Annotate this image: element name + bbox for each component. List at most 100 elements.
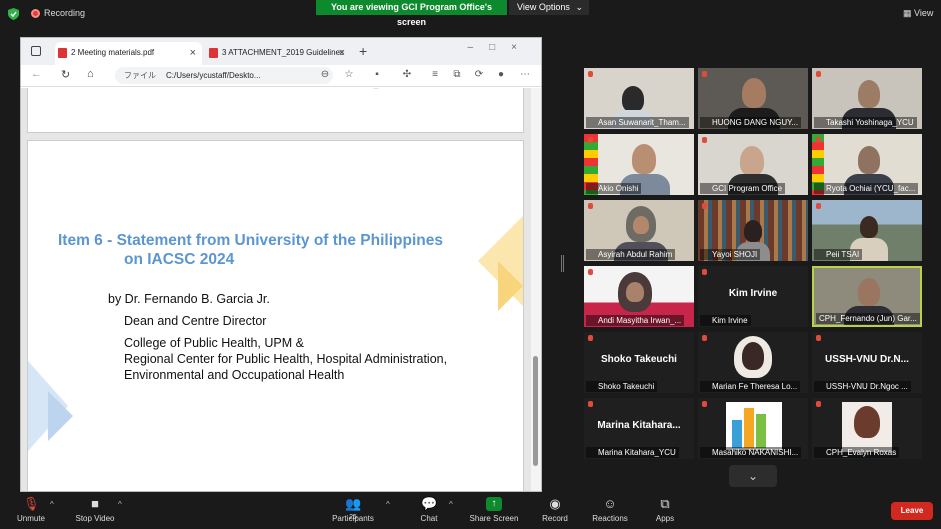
slide-title: Item 6 - Statement from University of th…: [58, 231, 498, 269]
mic-muted-icon: [816, 137, 821, 143]
profile-icon[interactable]: ●: [495, 69, 507, 81]
decorative-shape: [338, 88, 414, 89]
participant-tile[interactable]: Masahiko NAKANISHI...: [698, 398, 808, 459]
participant-tile[interactable]: Peii TSAI: [812, 200, 922, 261]
participant-name: Masahiko NAKANISHI...: [700, 447, 802, 458]
tab-strip: 2 Meeting materials.pdf × 3 ATTACHMENT_20…: [21, 38, 541, 65]
pdf-viewer[interactable]: Item 6 - Statement from University of th…: [21, 88, 541, 491]
new-tab-icon[interactable]: +: [359, 43, 367, 59]
participant-name: Peii TSAI: [814, 249, 863, 260]
share-screen-label: Share Screen: [469, 514, 519, 523]
participants-button[interactable]: 👥25 Participants: [318, 492, 388, 524]
participant-name: Marian Fe Theresa Lo...: [700, 381, 801, 392]
unmute-label: Unmute: [16, 514, 45, 523]
participant-placeholder-name: Shoko Takeuchi: [601, 354, 677, 365]
record-label: Record: [542, 514, 568, 523]
participant-tile[interactable]: Marian Fe Theresa Lo...: [698, 332, 808, 393]
participant-name: CPH_Fernando (Jun) Gar...: [816, 313, 920, 324]
share-screen-button[interactable]: ↑ Share Screen: [459, 492, 529, 523]
participant-tile[interactable]: Asyirah Abdul Rahim: [584, 200, 694, 261]
close-icon[interactable]: ×: [339, 42, 345, 64]
grid-icon: ▦: [903, 8, 915, 18]
mic-muted-icon: [702, 335, 707, 341]
chat-label: Chat: [420, 514, 438, 523]
stop-video-label: Stop Video: [75, 514, 115, 523]
tab-meeting-materials[interactable]: 2 Meeting materials.pdf ×: [55, 42, 202, 65]
refresh-sync-icon[interactable]: ⟳: [473, 69, 485, 81]
participants-options-caret[interactable]: ^: [386, 500, 390, 509]
presenter-line: by Dr. Fernando B. Garcia Jr.: [108, 292, 270, 306]
participant-tile[interactable]: Andi Masyitha Irwan_...: [584, 266, 694, 327]
chat-options-caret[interactable]: ^: [449, 500, 453, 509]
zoom-icon[interactable]: ⊖: [319, 69, 331, 81]
split-resize-handle[interactable]: [561, 255, 564, 272]
gallery-next-page-button[interactable]: ⌄: [729, 465, 777, 487]
shield-icon[interactable]: [8, 8, 19, 20]
mic-muted-icon: [588, 203, 593, 209]
participant-name: Asan Suwanarit_Tham...: [586, 117, 689, 128]
apps-button[interactable]: ⧉ Apps: [630, 492, 700, 524]
participant-tile[interactable]: Takashi Yoshinaga_YCU: [812, 68, 922, 129]
participant-tile[interactable]: USSH-VNU Dr.N... USSH-VNU Dr.Ngoc ...: [812, 332, 922, 393]
url-field[interactable]: ファイル C:/Users/ycustaff/Deskto...: [115, 67, 333, 84]
mic-muted-icon: [588, 137, 593, 143]
participant-tile[interactable]: Marina Kitahara... Marina Kitahara_YCU: [584, 398, 694, 459]
viewing-screen-banner: You are viewing GCI Program Office's scr…: [316, 0, 507, 27]
apps-label: Apps: [655, 514, 675, 523]
favorites-list-icon[interactable]: ≡: [429, 69, 441, 81]
view-options-label: View Options: [517, 2, 570, 12]
video-options-caret[interactable]: ^: [118, 500, 122, 509]
tab-label: 2 Meeting materials.pdf: [71, 48, 155, 57]
participant-tile[interactable]: Kim Irvine Kim Irvine: [698, 266, 808, 327]
mic-muted-icon: [702, 269, 707, 275]
tab-actions-icon[interactable]: [31, 46, 41, 56]
recording-label[interactable]: Recording: [44, 8, 85, 18]
participant-tile[interactable]: Yayoi SHOJI: [698, 200, 808, 261]
participant-tile[interactable]: HUONG DANG NGUY...: [698, 68, 808, 129]
puzzle-icon[interactable]: ✣: [401, 69, 413, 81]
participant-tile[interactable]: CPH_Evalyn Roxas: [812, 398, 922, 459]
extension-icon[interactable]: ▪: [371, 69, 383, 81]
meeting-toolbar: 🎙 Unmute ^ ■ Stop Video ^ 👥25 Participants …: [0, 492, 941, 529]
participant-tile[interactable]: Akio Onishi: [584, 134, 694, 195]
participant-name: Takashi Yoshinaga_YCU: [814, 117, 917, 128]
decorative-shape: [28, 361, 73, 451]
participant-tile-active-speaker[interactable]: CPH_Fernando (Jun) Gar...: [812, 266, 922, 327]
leave-button[interactable]: Leave: [891, 502, 933, 520]
participant-tile[interactable]: Asan Suwanarit_Tham...: [584, 68, 694, 129]
participant-name: HUONG DANG NGUY...: [700, 117, 802, 128]
participant-placeholder-name: USSH-VNU Dr.N...: [825, 354, 909, 365]
chat-icon: 💬: [421, 496, 438, 511]
more-icon[interactable]: ⋯: [519, 69, 531, 81]
favorite-icon[interactable]: ☆: [343, 69, 355, 81]
unmute-button[interactable]: 🎙 Unmute: [0, 492, 66, 524]
reactions-label: Reactions: [592, 514, 628, 523]
home-icon[interactable]: ⌂: [87, 68, 94, 80]
participant-tile[interactable]: Shoko Takeuchi Shoko Takeuchi: [584, 332, 694, 393]
window-controls[interactable]: –□×: [468, 42, 533, 53]
view-button[interactable]: ▦ View: [903, 8, 933, 19]
mic-muted-icon: [702, 137, 707, 143]
participant-name: Shoko Takeuchi: [586, 381, 658, 392]
back-icon[interactable]: ←: [31, 68, 42, 80]
participant-name: Yayoi SHOJI: [700, 249, 761, 260]
scrollbar-thumb[interactable]: [533, 356, 538, 466]
mic-muted-icon: [816, 335, 821, 341]
mic-muted-icon: 🎙: [23, 496, 40, 511]
participant-tile[interactable]: GCI Program Office: [698, 134, 808, 195]
refresh-icon[interactable]: ↻: [61, 68, 70, 81]
pdf-scrollbar[interactable]: [531, 88, 541, 491]
participant-tile[interactable]: Ryota Ochiai (YCU_fac...: [812, 134, 922, 195]
address-bar: ← ↻ ⌂ ファイル C:/Users/ycustaff/Deskto... ⊖ …: [21, 65, 541, 87]
view-options-button[interactable]: View Options ⌄: [509, 0, 589, 15]
pdf-page-previous: [27, 88, 524, 133]
chevron-down-icon: ⌄: [747, 469, 759, 483]
chat-button[interactable]: 💬 Chat: [394, 492, 464, 524]
share-screen-icon: ↑: [486, 497, 502, 511]
participant-name: Andi Masyitha Irwan_...: [586, 315, 685, 326]
pdf-icon: [209, 48, 218, 58]
close-icon[interactable]: ×: [190, 42, 196, 64]
collections-icon[interactable]: ⧉: [451, 69, 463, 81]
audio-options-caret[interactable]: ^: [50, 500, 54, 509]
tab-attachment-guidelines[interactable]: 3 ATTACHMENT_2019 Guidelines ×: [206, 42, 351, 65]
